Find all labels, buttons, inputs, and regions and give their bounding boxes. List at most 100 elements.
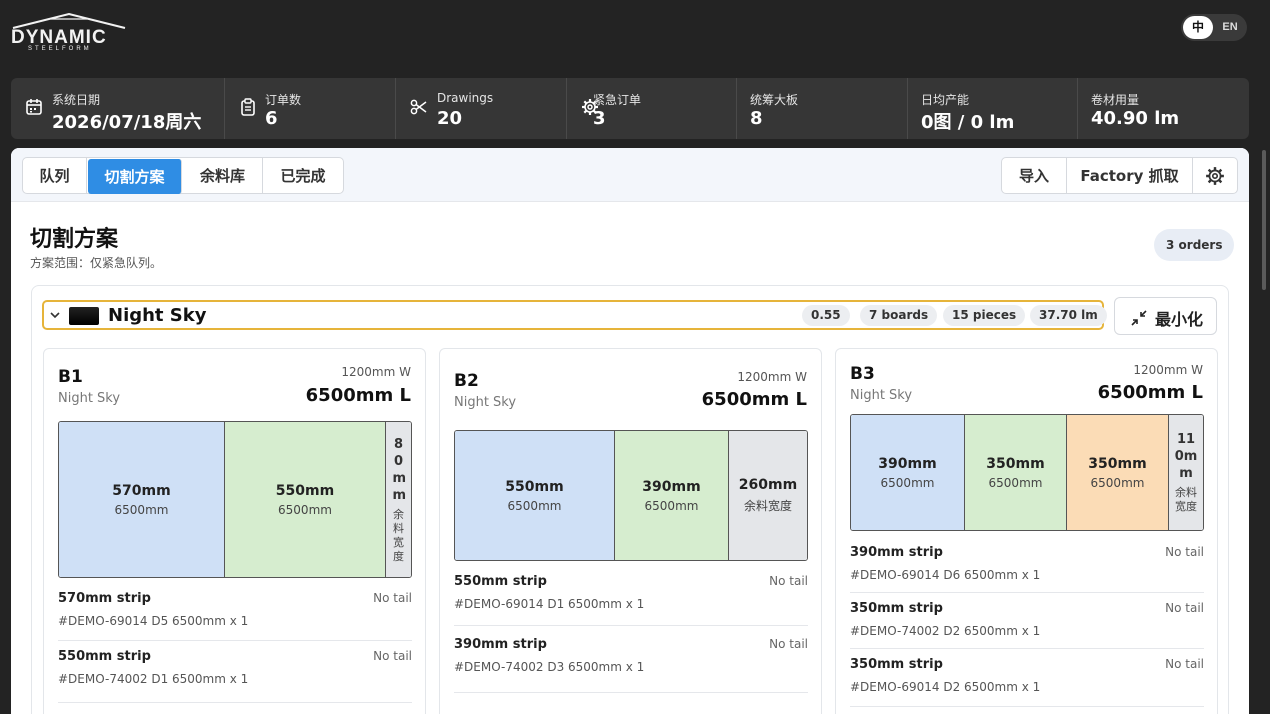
strip-order: #DEMO-69014 D2 6500mm x 1	[850, 680, 1041, 694]
strip-tail: No tail	[1165, 545, 1204, 559]
cut-segment: 550mm 6500mm	[225, 422, 386, 577]
view-tabs: 队列 切割方案 余料库 已完成	[22, 157, 344, 194]
board-width: 1200mm W	[1133, 363, 1203, 377]
stat-value: 40.90 lm	[1091, 108, 1180, 129]
strip-item: 390mm strip No tail #DEMO-74002 D3 6500m…	[454, 637, 808, 693]
board-name: B3	[850, 364, 875, 384]
settings-button[interactable]	[1193, 158, 1237, 193]
stat-label: 日均产能	[921, 93, 970, 107]
stat-master-boards: 统筹大板 8	[737, 78, 908, 139]
language-toggle[interactable]: 中 EN	[1181, 14, 1247, 41]
scissors-icon	[410, 99, 427, 115]
strip-tail: No tail	[769, 574, 808, 588]
strip-title: 390mm strip	[454, 637, 547, 652]
segment-length: 6500mm	[880, 475, 935, 490]
strip-title: 350mm strip	[850, 601, 943, 616]
segment-label: 余料宽度	[1175, 486, 1197, 513]
gear-icon	[1206, 166, 1224, 185]
cut-segment: 550mm 6500mm	[455, 431, 615, 560]
segment-width: 80mm	[392, 436, 407, 503]
lang-en-option[interactable]: EN	[1217, 16, 1243, 39]
segment-length: 6500mm	[988, 475, 1043, 490]
tab-completed[interactable]: 已完成	[263, 158, 343, 193]
board-name: B1	[58, 367, 83, 387]
strip-tail: No tail	[373, 591, 412, 605]
scrollbar[interactable]	[1262, 150, 1266, 290]
stat-label: 统筹大板	[750, 93, 799, 107]
strip-item: 390mm strip No tail #DEMO-69014 D6 6500m…	[850, 545, 1204, 593]
strip-title: 570mm strip	[58, 591, 151, 606]
board-length: 6500mm L	[701, 389, 807, 410]
tab-queue[interactable]: 队列	[23, 158, 87, 193]
strip-order: #DEMO-69014 D6 6500mm x 1	[850, 568, 1041, 582]
segment-length: 6500mm	[507, 498, 562, 513]
chevron-down-icon[interactable]	[48, 308, 62, 322]
length-pill: 37.70 lm	[1030, 305, 1107, 326]
thickness-pill: 0.55	[802, 305, 850, 326]
cut-segment: 350mm 6500mm	[965, 415, 1067, 530]
stat-value: 20	[437, 108, 463, 129]
stat-orders: 订单数 6	[225, 78, 396, 139]
segment-width: 390mm	[878, 455, 937, 472]
cut-segment: 390mm 6500mm	[851, 415, 965, 530]
cut-segment: 570mm 6500mm	[59, 422, 225, 577]
segment-length: 6500mm	[114, 502, 169, 517]
board-width: 1200mm W	[341, 365, 411, 379]
board-layout: 550mm 6500mm 390mm 6500mm 260mm 余料宽度	[454, 430, 808, 561]
stat-value: 8	[750, 108, 763, 129]
stat-label: 卷材用量	[1091, 93, 1140, 107]
segment-width: 260mm	[738, 477, 798, 493]
stat-label: 系统日期	[52, 93, 101, 107]
strip-item: 350mm strip No tail #DEMO-74002 D2 6500m…	[850, 601, 1204, 649]
board-length: 6500mm L	[305, 385, 411, 406]
strip-order: #DEMO-74002 D3 6500mm x 1	[454, 660, 645, 674]
strip-item: 570mm strip No tail #DEMO-69014 D5 6500m…	[58, 591, 412, 641]
tab-remnant-stock[interactable]: 余料库	[183, 158, 263, 193]
segment-width: 550mm	[505, 478, 564, 495]
stat-drawings: Drawings 20	[396, 78, 567, 139]
segment-width: 550mm	[275, 482, 335, 499]
action-buttons: 导入 Factory 抓取	[1001, 157, 1238, 194]
material-group: Night Sky 0.55 7 boards 15 pieces 37.70 …	[31, 285, 1229, 714]
strip-title: 350mm strip	[850, 657, 943, 672]
board-name: B2	[454, 371, 479, 391]
board-material: Night Sky	[58, 391, 121, 406]
board-material: Night Sky	[454, 395, 517, 410]
minimize-icon	[1131, 310, 1147, 326]
page-title: 切割方案	[30, 227, 119, 252]
group-name: Night Sky	[108, 305, 207, 326]
stat-urgent-orders: 紧急订单 3	[567, 78, 737, 139]
strip-tail: No tail	[769, 637, 808, 651]
main-panel: 队列 切割方案 余料库 已完成 导入 Factory 抓取 切割方案 方案范围：…	[11, 148, 1249, 714]
import-button[interactable]: 导入	[1002, 158, 1067, 193]
tab-cutting-plan[interactable]: 切割方案	[88, 159, 182, 194]
stat-label: Drawings	[437, 91, 494, 105]
strip-tail: No tail	[1165, 657, 1204, 671]
group-header[interactable]: Night Sky 0.55 7 boards 15 pieces 37.70 …	[42, 300, 1107, 330]
factory-fetch-button[interactable]: Factory 抓取	[1067, 158, 1193, 193]
segment-length: 6500mm	[1090, 475, 1145, 490]
segment-width: 350mm	[986, 455, 1045, 472]
cut-segment: 390mm 6500mm	[615, 431, 729, 560]
segment-width: 570mm	[112, 482, 171, 499]
top-bar: DYNAMIC STEELFORM 中 EN	[0, 0, 1270, 76]
stat-coil-usage: 卷材用量 40.90 lm	[1078, 78, 1249, 139]
segment-width: 350mm	[1088, 455, 1147, 472]
lang-zh-option[interactable]: 中	[1183, 16, 1213, 39]
pieces-pill: 15 pieces	[943, 305, 1026, 326]
tab-bar: 队列 切割方案 余料库 已完成 导入 Factory 抓取	[11, 148, 1249, 202]
stat-value: 6	[265, 108, 278, 129]
brand-logo: DYNAMIC STEELFORM	[11, 13, 129, 53]
board-width: 1200mm W	[737, 370, 807, 384]
strip-item: 550mm strip No tail #DEMO-74002 D1 6500m…	[58, 649, 412, 703]
stat-label: 紧急订单	[593, 93, 642, 107]
segment-length: 6500mm	[278, 502, 332, 517]
board-card-b3: B3 Night Sky 1200mm W 6500mm L 390mm 650…	[835, 348, 1218, 714]
strip-title: 390mm strip	[850, 545, 943, 560]
board-card-b2: B2 Night Sky 1200mm W 6500mm L 550mm 650…	[439, 348, 822, 714]
clipboard-icon	[241, 98, 255, 116]
strip-tail: No tail	[373, 649, 412, 663]
minimize-button[interactable]: 最小化	[1114, 297, 1217, 335]
strip-item: 550mm strip No tail #DEMO-69014 D1 6500m…	[454, 574, 808, 626]
stat-label: 订单数	[265, 93, 302, 107]
